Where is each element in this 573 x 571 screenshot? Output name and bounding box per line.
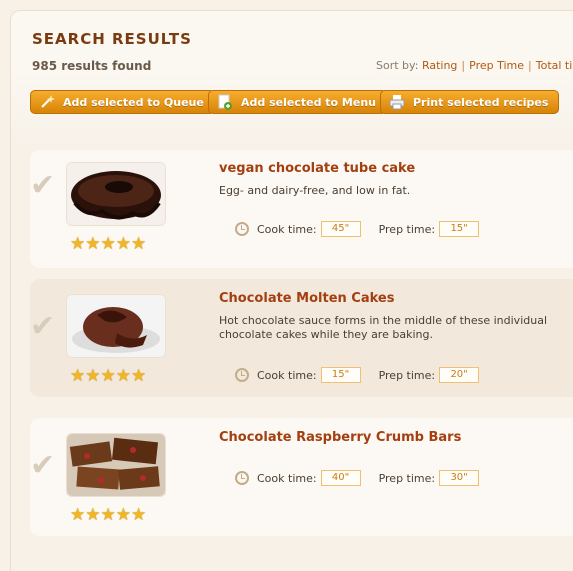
- cook-time-value: 15": [320, 367, 361, 383]
- recipe-image[interactable]: [66, 294, 166, 358]
- sort-prep-time-link[interactable]: Prep Time: [469, 59, 524, 72]
- add-to-menu-label: Add selected to Menu: [241, 95, 376, 109]
- checkmark-icon[interactable]: ✔: [30, 309, 55, 344]
- cook-time-value: 40": [320, 470, 361, 486]
- recipe-title-link[interactable]: vegan chocolate tube cake: [219, 161, 415, 176]
- recipe-description: Egg- and dairy-free, and low in fat.: [219, 184, 411, 197]
- cook-time-value: 45": [320, 221, 361, 237]
- add-to-queue-label: Add selected to Queue: [63, 95, 204, 109]
- results-count: 985 results found: [32, 59, 152, 73]
- rating-stars: ★★★★★: [70, 234, 147, 254]
- cook-time-label: Cook time:: [257, 368, 317, 382]
- prep-time-label: Prep time:: [378, 471, 436, 485]
- clock-icon: [235, 222, 249, 236]
- prep-time-value: 20": [439, 367, 480, 383]
- recipe-times: Cook time: 40" Prep time: 30": [235, 468, 480, 488]
- rating-stars: ★★★★★: [70, 366, 147, 386]
- sort-rating-link[interactable]: Rating: [422, 59, 457, 72]
- rating-stars: ★★★★★: [70, 505, 147, 525]
- add-to-menu-button[interactable]: Add selected to Menu: [208, 90, 387, 114]
- print-recipes-label: Print selected recipes: [413, 95, 549, 109]
- cook-time-label: Cook time:: [257, 222, 317, 236]
- sort-label: Sort by:: [376, 59, 419, 72]
- clock-icon: [235, 471, 249, 485]
- sort-total-time-link[interactable]: Total tim: [536, 59, 573, 72]
- recipe-title-link[interactable]: Chocolate Molten Cakes: [219, 291, 394, 306]
- sort-separator: |: [528, 59, 532, 72]
- recipe-image[interactable]: [66, 162, 166, 226]
- wand-icon: [39, 94, 55, 110]
- add-to-queue-button[interactable]: Add selected to Queue: [30, 90, 215, 114]
- print-recipes-button[interactable]: Print selected recipes: [380, 90, 560, 114]
- prep-time-value: 15": [439, 221, 480, 237]
- recipe-image[interactable]: [66, 433, 166, 497]
- checkmark-icon[interactable]: ✔: [30, 168, 55, 203]
- recipe-card: ✔ ★★★★★ Chocolate Molten Cakes Hot choco…: [30, 279, 573, 397]
- prep-time-label: Prep time:: [378, 368, 436, 382]
- checkmark-icon[interactable]: ✔: [30, 448, 55, 483]
- recipe-title-link[interactable]: Chocolate Raspberry Crumb Bars: [219, 430, 461, 445]
- sort-bar: Sort by: Rating|Prep Time|Total tim: [376, 59, 573, 72]
- page-title: SEARCH RESULTS: [32, 30, 192, 48]
- recipe-times: Cook time: 15" Prep time: 20": [235, 365, 480, 385]
- clock-icon: [235, 368, 249, 382]
- cook-time-label: Cook time:: [257, 471, 317, 485]
- prep-time-value: 30": [439, 470, 480, 486]
- recipe-card: ✔ ★★★★★ vegan chocolate tube cake Egg- a…: [30, 150, 573, 268]
- printer-icon: [389, 94, 405, 110]
- menu-add-icon: [217, 94, 233, 110]
- sort-separator: |: [461, 59, 466, 72]
- recipe-times: Cook time: 45" Prep time: 15": [235, 219, 480, 239]
- recipe-card: ✔ ★★★★★ Chocolate Raspberry Crumb Bars C…: [30, 418, 573, 536]
- recipe-description: Hot chocolate sauce forms in the middle …: [219, 314, 548, 341]
- prep-time-label: Prep time:: [378, 222, 436, 236]
